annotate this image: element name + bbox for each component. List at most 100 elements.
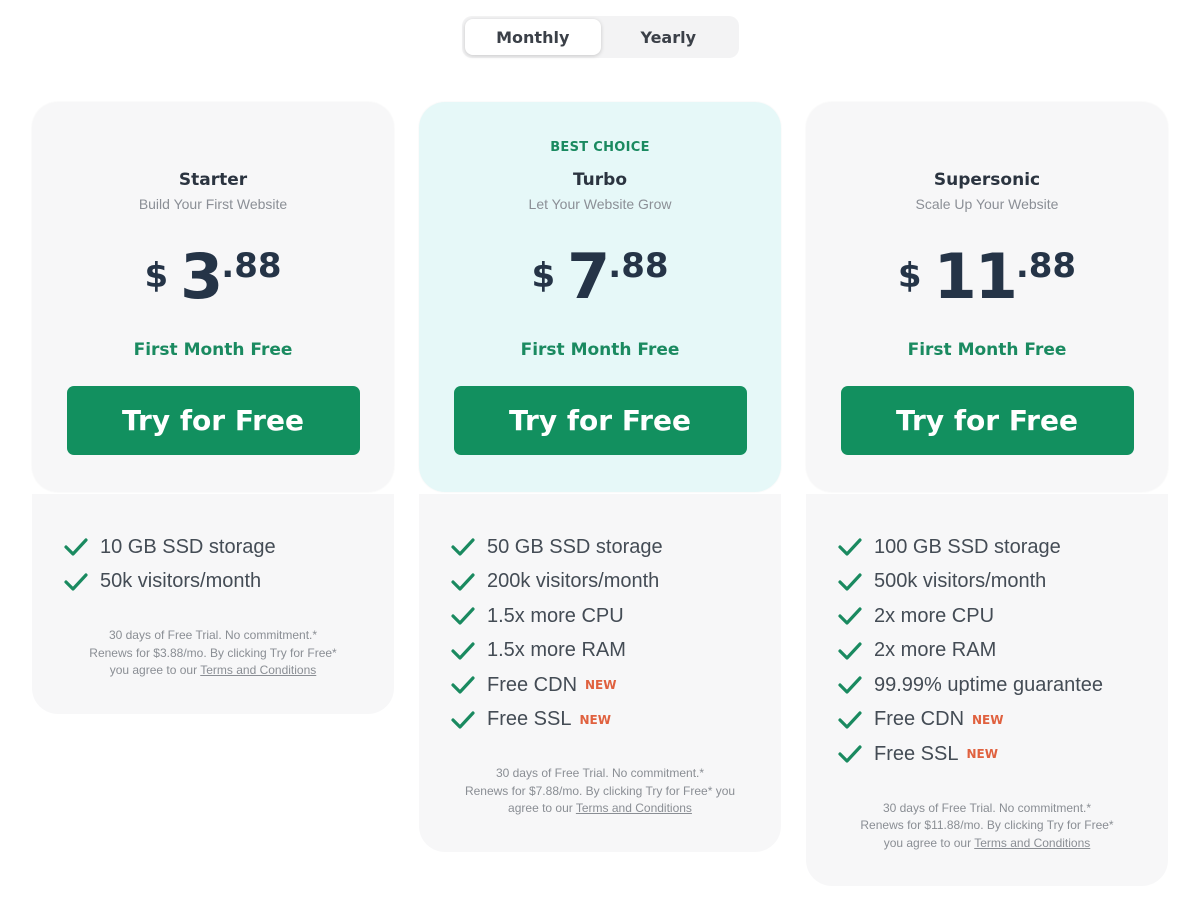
- fine-print: 30 days of Free Trial. No commitment.* R…: [64, 627, 362, 680]
- try-for-free-button[interactable]: Try for Free: [453, 386, 747, 455]
- feature-text: 2x more CPU: [874, 604, 995, 627]
- fine-print: 30 days of Free Trial. No commitment.* R…: [838, 800, 1136, 853]
- fine-print-line-2: Renews for $3.88/mo. By clicking Try for…: [89, 645, 337, 660]
- price-currency: $: [144, 256, 169, 296]
- check-icon: [64, 537, 88, 557]
- check-icon: [451, 572, 475, 592]
- card-features: 10 GB SSD storage 50k visitors/month 30 d…: [32, 492, 394, 714]
- price-decimal: .88: [1015, 246, 1077, 286]
- price-decimal: .88: [608, 246, 669, 286]
- plan-name: Turbo: [572, 170, 628, 190]
- feature-item: 10 GB SSD storage: [64, 530, 362, 565]
- feature-text: 99.99% uptime guarantee: [874, 673, 1104, 696]
- feature-text: Free CDN: [874, 708, 965, 731]
- card-features: 50 GB SSD storage 200k visitors/month 1.5x…: [419, 492, 781, 852]
- check-icon: [838, 572, 862, 592]
- billing-period-toggle: Monthly Yearly: [462, 16, 739, 58]
- feature-item: 2x more RAM: [838, 634, 1136, 669]
- feature-item: 2x more CPU: [838, 599, 1136, 634]
- price-currency: $: [531, 256, 556, 296]
- terms-link[interactable]: Terms and Conditions: [200, 663, 316, 677]
- feature-text: 50 GB SSD storage: [487, 535, 663, 558]
- card-features: 100 GB SSD storage 500k visitors/month 2x …: [806, 492, 1168, 886]
- feature-list: 50 GB SSD storage 200k visitors/month 1.5x…: [451, 530, 749, 737]
- feature-text: Free SSL: [874, 742, 959, 765]
- plan-subtitle: Scale Up Your Website: [915, 196, 1059, 212]
- check-icon: [838, 744, 862, 764]
- check-icon: [838, 710, 862, 730]
- feature-text: 50k visitors/month: [100, 570, 262, 593]
- check-icon: [451, 710, 475, 730]
- fine-print-line-3: agree to our Terms and Conditions: [508, 801, 692, 815]
- terms-link[interactable]: Terms and Conditions: [576, 801, 692, 815]
- new-badge: NEW: [966, 747, 998, 762]
- check-icon: [838, 537, 862, 557]
- fine-print-line-1: 30 days of Free Trial. No commitment.*: [882, 800, 1092, 815]
- plan-name: Supersonic: [933, 170, 1041, 190]
- fine-print-line-1: 30 days of Free Trial. No commitment.*: [495, 766, 705, 780]
- feature-text: 1.5x more CPU: [487, 604, 624, 627]
- plan-price: $ 3 .88: [144, 242, 281, 308]
- new-badge: NEW: [579, 712, 611, 727]
- toggle-yearly[interactable]: Yearly: [601, 19, 737, 55]
- feature-text: 100 GB SSD storage: [874, 535, 1061, 558]
- price-integer: 7: [567, 240, 610, 313]
- feature-item: 50 GB SSD storage: [451, 530, 749, 565]
- feature-text: 1.5x more RAM: [487, 639, 626, 662]
- card-header: Starter Build Your First Website $ 3 .88…: [32, 102, 394, 492]
- check-icon: [451, 537, 475, 557]
- promo-text: First Month Free: [520, 340, 680, 360]
- pricing-card-turbo: BEST CHOICE Turbo Let Your Website Grow …: [419, 102, 781, 852]
- feature-item: 200k visitors/month: [451, 565, 749, 600]
- feature-item: 1.5x more RAM: [451, 634, 749, 669]
- price-integer: 11: [933, 240, 1018, 313]
- feature-list: 100 GB SSD storage 500k visitors/month 2x …: [838, 530, 1136, 772]
- plan-subtitle: Let Your Website Grow: [528, 196, 672, 212]
- price-decimal: .88: [221, 246, 282, 286]
- feature-item: Free CDN NEW: [451, 668, 749, 703]
- fine-print-line-2: Renews for $7.88/mo. By clicking Try for…: [464, 783, 736, 798]
- feature-item: 50k visitors/month: [64, 565, 362, 600]
- promo-text: First Month Free: [133, 340, 293, 360]
- fine-print: 30 days of Free Trial. No commitment.* R…: [451, 765, 749, 818]
- new-badge: NEW: [585, 678, 617, 693]
- feature-list: 10 GB SSD storage 50k visitors/month: [64, 530, 362, 599]
- price-integer: 3: [180, 240, 223, 313]
- terms-link[interactable]: Terms and Conditions: [974, 836, 1090, 850]
- price-currency: $: [897, 256, 922, 296]
- toggle-monthly[interactable]: Monthly: [465, 19, 601, 55]
- fine-print-line-2: Renews for $11.88/mo. By clicking Try fo…: [860, 818, 1114, 832]
- feature-item: Free SSL NEW: [838, 737, 1136, 772]
- feature-text: 10 GB SSD storage: [100, 535, 276, 558]
- pricing-card-starter: Starter Build Your First Website $ 3 .88…: [32, 102, 394, 714]
- feature-text: 500k visitors/month: [874, 570, 1047, 593]
- feature-text: Free CDN: [487, 673, 578, 696]
- pricing-card-supersonic: Supersonic Scale Up Your Website $ 11 .8…: [806, 102, 1168, 886]
- plan-name: Starter: [178, 170, 248, 190]
- plan-price: $ 7 .88: [531, 242, 668, 308]
- check-icon: [64, 572, 88, 592]
- check-icon: [451, 675, 475, 695]
- try-for-free-button[interactable]: Try for Free: [840, 386, 1134, 455]
- fine-print-line-3: you agree to our Terms and Conditions: [883, 835, 1091, 850]
- feature-item: Free SSL NEW: [451, 703, 749, 738]
- new-badge: NEW: [972, 712, 1004, 727]
- feature-text: Free SSL: [487, 708, 572, 731]
- try-for-free-button[interactable]: Try for Free: [66, 386, 360, 455]
- check-icon: [838, 675, 862, 695]
- feature-item: 1.5x more CPU: [451, 599, 749, 634]
- feature-text: 200k visitors/month: [487, 570, 660, 593]
- feature-item: Free CDN NEW: [838, 703, 1136, 738]
- check-icon: [838, 606, 862, 626]
- plan-price: $ 11 .88: [898, 242, 1076, 308]
- card-header: Supersonic Scale Up Your Website $ 11 .8…: [806, 102, 1168, 492]
- feature-item: 99.99% uptime guarantee: [838, 668, 1136, 703]
- promo-text: First Month Free: [907, 340, 1067, 360]
- plan-subtitle: Build Your First Website: [138, 196, 288, 212]
- feature-item: 100 GB SSD storage: [838, 530, 1136, 565]
- fine-print-line-3: you agree to our Terms and Conditions: [109, 663, 317, 677]
- check-icon: [838, 641, 862, 661]
- card-header: BEST CHOICE Turbo Let Your Website Grow …: [419, 102, 781, 492]
- best-choice-badge: BEST CHOICE: [550, 140, 650, 155]
- feature-item: 500k visitors/month: [838, 565, 1136, 600]
